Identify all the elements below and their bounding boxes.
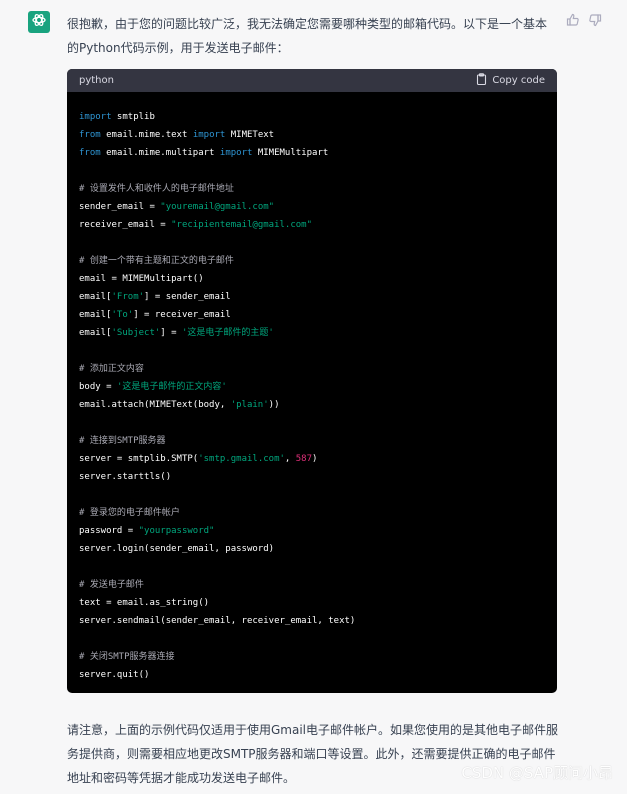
code-token: body = [79, 382, 117, 392]
code-line: # 关闭SMTP服务器连接 [79, 648, 545, 666]
code-token: text = email.as_string() [79, 598, 210, 608]
code-line: from email.mime.multipart import MIMEMul… [79, 144, 545, 162]
intro-text: 很抱歉，由于您的问题比较广泛，我无法确定您需要哪种类型的邮箱代码。以下是一个基本… [67, 17, 548, 55]
code-token: server.quit() [79, 670, 150, 680]
code-token: # 登录您的电子邮件帐户 [79, 508, 180, 518]
code-token: password = [79, 526, 139, 536]
code-line: password = "yourpassword" [79, 522, 545, 540]
code-line: email.attach(MIMEText(body, 'plain')) [79, 396, 545, 414]
code-content: import smtplib from email.mime.text impor… [67, 92, 557, 684]
code-token: 'From' [111, 292, 145, 302]
code-token: from [79, 130, 101, 140]
code-token: import [192, 130, 226, 140]
code-token: from [79, 148, 101, 158]
code-token: 'Subject' [111, 328, 161, 338]
openai-logo-icon [31, 12, 47, 32]
code-token: server.login(sender_email, password) [79, 544, 275, 554]
code-token: # 发送电子邮件 [79, 580, 144, 590]
code-line: server.login(sender_email, password) [79, 540, 545, 558]
clipboard-icon [476, 73, 487, 88]
feedback-buttons [566, 12, 602, 27]
code-token: ] = receiver_email [133, 310, 231, 320]
code-token: '这是电子邮件的主题' [181, 328, 274, 338]
code-line: # 创建一个带有主题和正文的电子邮件 [79, 252, 545, 270]
code-token: "yourpassword" [138, 526, 215, 536]
code-line: email['From'] = sender_email [79, 288, 545, 306]
code-token: 'To' [111, 310, 134, 320]
code-line: body = '这是电子邮件的正文内容' [79, 378, 545, 396]
code-line: server = smtplib.SMTP('smtp.gmail.com', … [79, 450, 545, 468]
code-line: email['Subject'] = '这是电子邮件的主题' [79, 324, 545, 342]
code-token: )) [268, 400, 280, 410]
code-token: ] = [160, 328, 182, 338]
code-line: # 登录您的电子邮件帐户 [79, 504, 545, 522]
code-token: email = MIMEMultipart() [79, 274, 204, 284]
code-token: "recipientemail@gmail.com" [171, 220, 313, 230]
code-token: # 添加正文内容 [79, 364, 144, 374]
code-line: server.sendmail(sender_email, receiver_e… [79, 612, 545, 630]
thumbs-up-icon[interactable] [566, 12, 580, 26]
code-token: "youremail@gmail.com" [160, 202, 275, 212]
code-token: MIMEText [225, 130, 275, 140]
code-token: import [79, 112, 112, 122]
code-line: receiver_email = "recipientemail@gmail.c… [79, 216, 545, 234]
code-line: text = email.as_string() [79, 594, 545, 612]
assistant-avatar [28, 11, 50, 33]
code-line: import smtplib [79, 108, 545, 126]
code-token: email[ [79, 310, 112, 320]
code-token: 587 [295, 454, 313, 464]
code-token: '这是电子邮件的正文内容' [116, 382, 227, 392]
watermark: CSDN @SAP顾问小昂 [461, 764, 613, 782]
code-line: server.quit() [79, 666, 545, 684]
code-token: email[ [79, 292, 112, 302]
code-line: email = MIMEMultipart() [79, 270, 545, 288]
code-line: # 发送电子邮件 [79, 576, 545, 594]
code-header: python Copy code [67, 69, 557, 92]
code-token: 'plain' [230, 400, 269, 410]
code-token: server = smtplib.SMTP( [79, 454, 199, 464]
code-token: ) [312, 454, 318, 464]
code-language-label: python [79, 75, 114, 86]
code-token: receiver_email = [79, 220, 172, 230]
code-token: , [284, 454, 296, 464]
code-line: email['To'] = receiver_email [79, 306, 545, 324]
copy-code-button[interactable]: Copy code [476, 73, 545, 88]
code-token: # 设置发件人和收件人的电子邮件地址 [79, 184, 234, 194]
code-token: 'smtp.gmail.com' [198, 454, 285, 464]
code-token: email[ [79, 328, 112, 338]
code-token: sender_email = [79, 202, 161, 212]
code-token: # 关闭SMTP服务器连接 [79, 652, 175, 662]
code-line: # 添加正文内容 [79, 360, 545, 378]
code-line: from email.mime.text import MIMEText [79, 126, 545, 144]
code-line: # 连接到SMTP服务器 [79, 432, 545, 450]
thumbs-down-icon[interactable] [588, 12, 602, 27]
code-line: sender_email = "youremail@gmail.com" [79, 198, 545, 216]
code-line: # 设置发件人和收件人的电子邮件地址 [79, 180, 545, 198]
code-token: email.attach(MIMEText(body, [79, 400, 231, 410]
code-token: import [219, 148, 253, 158]
code-token: MIMEMultipart [252, 148, 329, 158]
code-token: email.mime.multipart [100, 148, 220, 158]
code-token: server.sendmail(sender_email, receiver_e… [79, 616, 356, 626]
code-block: python Copy code import smtplib from emai… [67, 69, 557, 693]
code-token: server.starttls() [79, 472, 172, 482]
code-token: # 创建一个带有主题和正文的电子邮件 [79, 256, 234, 266]
code-token: ] = sender_email [144, 292, 231, 302]
code-line: server.starttls() [79, 468, 545, 486]
code-token: # 连接到SMTP服务器 [79, 436, 166, 446]
code-token: smtplib [111, 112, 155, 122]
code-token: email.mime.text [100, 130, 193, 140]
copy-code-label: Copy code [492, 75, 545, 86]
